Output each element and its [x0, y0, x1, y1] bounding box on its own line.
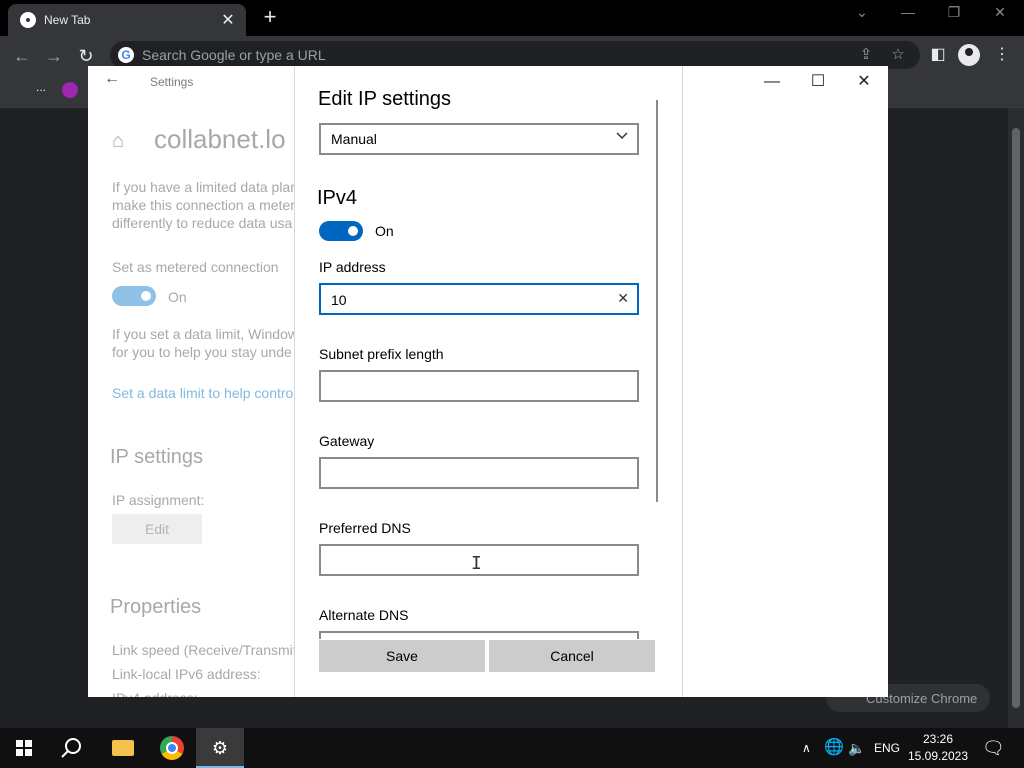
plus-icon: +	[263, 4, 277, 29]
metered-desc: differently to reduce data usa	[112, 215, 293, 231]
save-button[interactable]: Save	[319, 640, 485, 672]
share-icon[interactable]: ⇪	[856, 45, 876, 63]
ipv4-toggle-label: On	[375, 223, 394, 239]
scrollbar-thumb[interactable]	[1012, 128, 1020, 708]
metered-label: Set as metered connection	[112, 259, 279, 275]
search-icon	[61, 738, 81, 758]
gear-icon: ⚙	[211, 738, 229, 758]
preferred-dns-label: Preferred DNS	[319, 520, 411, 536]
sidepanel-icon[interactable]: ◧	[926, 44, 950, 64]
ip-address-label: IP address	[319, 259, 386, 275]
data-limit-desc: for you to help you stay unde	[112, 344, 292, 360]
preferred-dns-input[interactable]	[331, 552, 601, 570]
tab-search-button[interactable]: ⌄	[850, 4, 874, 21]
reload-icon: ↻	[78, 46, 94, 66]
profile-icon[interactable]	[958, 44, 980, 66]
dialog-title: Edit IP settings	[318, 88, 452, 110]
close-window-button[interactable]: ✕	[988, 4, 1012, 21]
google-icon: G	[118, 47, 134, 63]
home-icon[interactable]: ⌂	[112, 130, 124, 153]
close-icon[interactable]: ✕	[218, 10, 238, 30]
tab-title: New Tab	[44, 13, 91, 27]
ipv6-label: Link-local IPv6 address:	[112, 666, 261, 682]
address-bar[interactable]: G Search Google or type a URL ⇪ ☆	[110, 41, 920, 69]
back-button[interactable]: ←	[10, 44, 34, 68]
data-limit-link[interactable]: Set a data limit to help contro	[112, 385, 293, 401]
settings-taskbar-button[interactable]: ⚙	[196, 728, 244, 768]
folder-icon	[112, 740, 134, 756]
tray-overflow-icon[interactable]: ∧	[802, 728, 811, 768]
ip-address-input[interactable]	[331, 291, 601, 309]
subnet-field[interactable]	[319, 370, 639, 402]
chrome-tabstrip: New Tab ✕ + ⌄ — ❐ ✕	[0, 0, 1024, 36]
clock[interactable]: 23:26 15.09.2023	[906, 731, 970, 765]
chrome-icon	[160, 736, 184, 760]
metered-desc: If you have a limited data plar	[112, 179, 294, 195]
ipv4-label: IPv4 address:	[112, 689, 198, 697]
gateway-field[interactable]	[319, 457, 639, 489]
gateway-label: Gateway	[319, 433, 375, 449]
ipv4-toggle[interactable]	[319, 221, 363, 241]
taskbar: ⚙ ∧ 🌐 🔈 ENG 23:26 15.09.2023 🗨	[0, 728, 1024, 768]
network-name: collabnet.lo	[154, 124, 286, 154]
notification-icon[interactable]: 🗨	[982, 728, 1005, 768]
volume-icon[interactable]: 🔈	[848, 728, 865, 768]
chevron-down-icon	[616, 132, 628, 140]
edit-button[interactable]: Edit	[112, 514, 202, 544]
data-limit-desc: If you set a data limit, Window	[112, 326, 294, 342]
network-icon[interactable]: 🌐	[824, 728, 844, 768]
alternate-dns-field[interactable]	[319, 631, 639, 639]
network-settings-pane: ⌂ collabnet.lo If you have a limited dat…	[88, 106, 294, 697]
menu-icon[interactable]: ⋮	[990, 44, 1014, 64]
edit-ip-dialog: Edit IP settings Manual IPv4 On IP addre…	[294, 66, 683, 697]
forward-button[interactable]: →	[42, 44, 66, 68]
ip-assignment-label: IP assignment:	[112, 492, 205, 508]
language-indicator[interactable]: ENG	[874, 728, 900, 768]
forward-icon: →	[45, 46, 63, 66]
link-speed-label: Link speed (Receive/Transmit)	[112, 642, 294, 658]
ip-address-field[interactable]: ✕	[319, 283, 639, 315]
right-pane	[682, 66, 888, 697]
alternate-dns-label: Alternate DNS	[319, 607, 409, 623]
metered-toggle[interactable]	[112, 286, 156, 306]
taskbar-search-button[interactable]	[48, 728, 96, 768]
back-icon[interactable]: ←	[104, 70, 120, 88]
chrome-icon	[20, 12, 36, 28]
properties-heading: Properties	[110, 596, 202, 618]
ip-settings-heading: IP settings	[110, 446, 204, 468]
star-icon[interactable]: ☆	[888, 45, 908, 63]
ip-mode-select[interactable]: Manual	[319, 123, 639, 155]
bookmark-icon[interactable]	[62, 82, 78, 98]
metered-desc: make this connection a meter	[112, 197, 294, 213]
metered-state: On	[168, 289, 187, 305]
ipv4-heading: IPv4	[317, 187, 358, 209]
address-placeholder: Search Google or type a URL	[142, 47, 326, 63]
text-cursor-icon: I	[471, 553, 482, 574]
reload-button[interactable]: ↻	[74, 44, 98, 68]
subnet-label: Subnet prefix length	[319, 346, 444, 362]
windows-start-icon	[16, 740, 32, 756]
clear-icon[interactable]: ✕	[617, 290, 629, 307]
back-icon: ←	[13, 46, 31, 66]
restore-button[interactable]: ❐	[942, 4, 966, 21]
chrome-taskbar-button[interactable]	[148, 728, 196, 768]
bookmarks-overflow[interactable]: ...	[36, 80, 46, 94]
cancel-button[interactable]: Cancel	[489, 640, 655, 672]
gateway-input[interactable]	[331, 465, 601, 483]
tab-new-tab[interactable]: New Tab ✕	[8, 4, 246, 36]
minimize-button[interactable]: —	[896, 4, 920, 20]
ip-mode-value: Manual	[331, 131, 377, 147]
dialog-scrollbar[interactable]	[656, 100, 658, 502]
new-tab-button[interactable]: +	[258, 4, 282, 30]
start-button[interactable]	[0, 728, 48, 768]
chevron-down-icon: ⌄	[856, 4, 868, 20]
clock-date: 15.09.2023	[907, 749, 969, 763]
clock-time: 23:26	[922, 732, 954, 746]
page-scrollbar[interactable]	[1008, 108, 1024, 728]
window-title: Settings	[150, 75, 194, 89]
file-explorer-button[interactable]	[98, 728, 146, 768]
subnet-input[interactable]	[331, 378, 601, 396]
